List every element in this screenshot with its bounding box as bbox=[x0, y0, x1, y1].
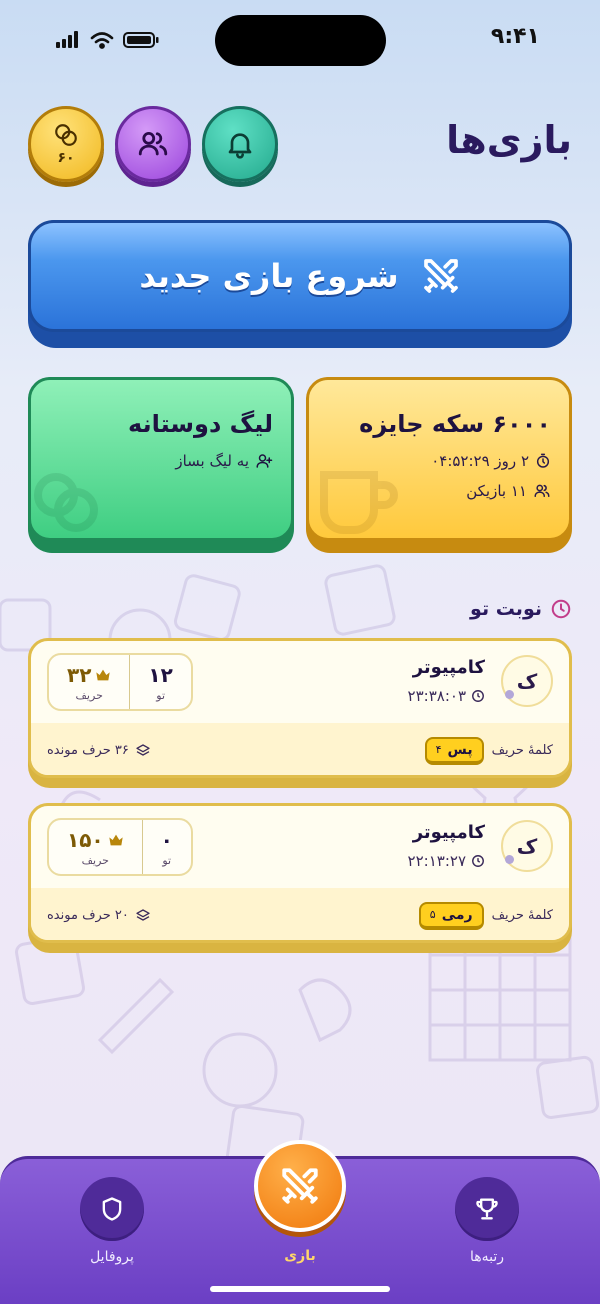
opponent-score: ۳۲ حریف bbox=[49, 655, 131, 709]
my-score-label: تو bbox=[156, 688, 166, 702]
page-title: بازی‌ها bbox=[446, 118, 572, 162]
layers-icon bbox=[136, 908, 150, 921]
friends-button[interactable] bbox=[115, 106, 191, 182]
start-new-game-label: شروع بازی جدید bbox=[139, 257, 399, 295]
friendly-league-card[interactable]: لیگ دوستانه یه لیگ بساز bbox=[28, 377, 294, 553]
word-text: پس bbox=[447, 741, 473, 758]
clock-icon bbox=[551, 599, 571, 619]
opponent-score-label: حریف bbox=[75, 688, 103, 702]
shield-icon bbox=[102, 1197, 122, 1221]
clock-icon bbox=[472, 855, 484, 867]
cup-watermark-icon bbox=[320, 471, 398, 534]
add-user-icon bbox=[256, 454, 273, 468]
opponent-avatar: ک bbox=[501, 655, 553, 707]
avatar-letter: ک bbox=[516, 669, 538, 693]
nav-play-label: بازی bbox=[284, 1248, 316, 1264]
league-watermark-icon bbox=[34, 473, 98, 532]
prize-players-text: ۱۱ بازیکن bbox=[466, 482, 527, 500]
league-title: لیگ دوستانه bbox=[128, 410, 273, 438]
letters-remaining: ۲۰ حرف مونده bbox=[47, 908, 151, 924]
opponent-score-number: ۱۵۰ bbox=[67, 827, 104, 852]
your-turn-title: نوبت تو bbox=[470, 598, 542, 620]
my-score-value: ۰ bbox=[160, 827, 173, 852]
letters-remaining-text: ۲۰ حرف مونده bbox=[47, 908, 129, 923]
wifi-icon bbox=[90, 32, 114, 49]
cellular-signal-icon bbox=[56, 31, 78, 48]
word-text: رمی bbox=[441, 906, 473, 923]
avatar-letter: ک bbox=[516, 834, 538, 858]
online-status-dot bbox=[505, 855, 514, 864]
create-league-text: یه لیگ بساز bbox=[175, 452, 249, 470]
turn-timer-text: ۲۲:۱۳:۲۷ bbox=[407, 852, 466, 870]
word-points: ۴ bbox=[435, 743, 442, 756]
create-league-link[interactable]: یه لیگ بساز bbox=[49, 452, 273, 470]
opponent-word: کلمهٔ حریف پس ۴ bbox=[424, 736, 553, 765]
opponent-word-label: کلمهٔ حریف bbox=[491, 908, 553, 923]
opponent-name: کامپیوتر bbox=[412, 657, 485, 678]
crossed-swords-icon bbox=[282, 1168, 318, 1204]
timer-icon bbox=[536, 453, 550, 468]
opponent-score-value: ۳۲ bbox=[67, 663, 111, 687]
trophy-icon bbox=[476, 1198, 498, 1220]
crown-icon bbox=[96, 669, 111, 680]
status-time: ۹:۴۱ bbox=[490, 24, 540, 49]
status-bar: ۹:۴۱ bbox=[0, 0, 600, 80]
turn-timer: ۲۳:۳۸:۰۳ bbox=[408, 687, 485, 705]
turn-timer-text: ۲۳:۳۸:۰۳ bbox=[407, 687, 466, 705]
my-score-value: ۱۲ bbox=[148, 662, 173, 687]
letters-remaining-text: ۳۶ حرف مونده bbox=[47, 743, 129, 758]
your-turn-header: نوبت تو bbox=[470, 598, 572, 620]
opponent-score: ۱۵۰ حریف bbox=[49, 820, 143, 874]
prize-countdown: ۲ روز ۰۴:۵۲:۲۹ bbox=[327, 452, 551, 470]
opponent-word-label: کلمهٔ حریف bbox=[491, 743, 553, 758]
clock-icon bbox=[472, 690, 484, 702]
opponent-name: کامپیوتر bbox=[412, 822, 485, 843]
notifications-button[interactable] bbox=[202, 106, 278, 182]
users-icon bbox=[138, 131, 168, 156]
home-indicator bbox=[210, 1286, 390, 1292]
coin-count: ۶۰ bbox=[57, 150, 75, 166]
letters-remaining: ۳۶ حرف مونده bbox=[47, 743, 151, 759]
opponent-score-value: ۱۵۰ bbox=[67, 828, 124, 852]
users-icon bbox=[534, 484, 550, 497]
status-icons bbox=[56, 30, 166, 54]
crossed-swords-icon bbox=[423, 259, 458, 293]
turn-timer: ۲۲:۱۳:۲۷ bbox=[408, 852, 485, 870]
battery-icon bbox=[123, 32, 159, 48]
prize-countdown-text: ۲ روز ۰۴:۵۲:۲۹ bbox=[431, 452, 529, 470]
coins-button[interactable]: ۶۰ bbox=[28, 106, 104, 182]
bell-icon bbox=[228, 133, 252, 159]
game-card[interactable]: ک کامپیوتر ۲۳:۳۸:۰۳ ۱۲ تو ۳۲ حریف کلمهٔ … bbox=[28, 638, 572, 788]
my-score-label: تو bbox=[162, 853, 172, 867]
crown-icon bbox=[108, 834, 123, 845]
my-score: ۰ تو bbox=[143, 820, 191, 874]
word-chip: پس ۴ bbox=[424, 736, 484, 765]
online-status-dot bbox=[505, 690, 514, 699]
score-box: ۱۲ تو ۳۲ حریف bbox=[47, 653, 193, 711]
opponent-score-label: حریف bbox=[81, 853, 109, 867]
opponent-word: کلمهٔ حریف رمی ۵ bbox=[418, 901, 553, 930]
score-box: ۰ تو ۱۵۰ حریف bbox=[47, 818, 193, 876]
coins-icon bbox=[55, 124, 77, 146]
start-new-game-button[interactable]: شروع بازی جدید bbox=[28, 220, 572, 348]
opponent-avatar: ک bbox=[501, 820, 553, 872]
prize-title: ۶۰۰۰ سکه جایزه bbox=[359, 410, 551, 438]
my-score: ۱۲ تو bbox=[130, 655, 190, 709]
opponent-score-number: ۳۲ bbox=[67, 662, 92, 687]
layers-icon bbox=[136, 743, 150, 756]
game-card[interactable]: ک کامپیوتر ۲۲:۱۳:۲۷ ۰ تو ۱۵۰ حریف کلمهٔ … bbox=[28, 803, 572, 953]
word-points: ۵ bbox=[429, 908, 436, 921]
prize-tournament-card[interactable]: ۶۰۰۰ سکه جایزه ۲ روز ۰۴:۵۲:۲۹ ۱۱ بازیکن bbox=[306, 377, 572, 553]
nav-play-button[interactable] bbox=[254, 1140, 346, 1232]
word-chip: رمی ۵ bbox=[418, 901, 484, 930]
dynamic-island bbox=[215, 15, 386, 66]
